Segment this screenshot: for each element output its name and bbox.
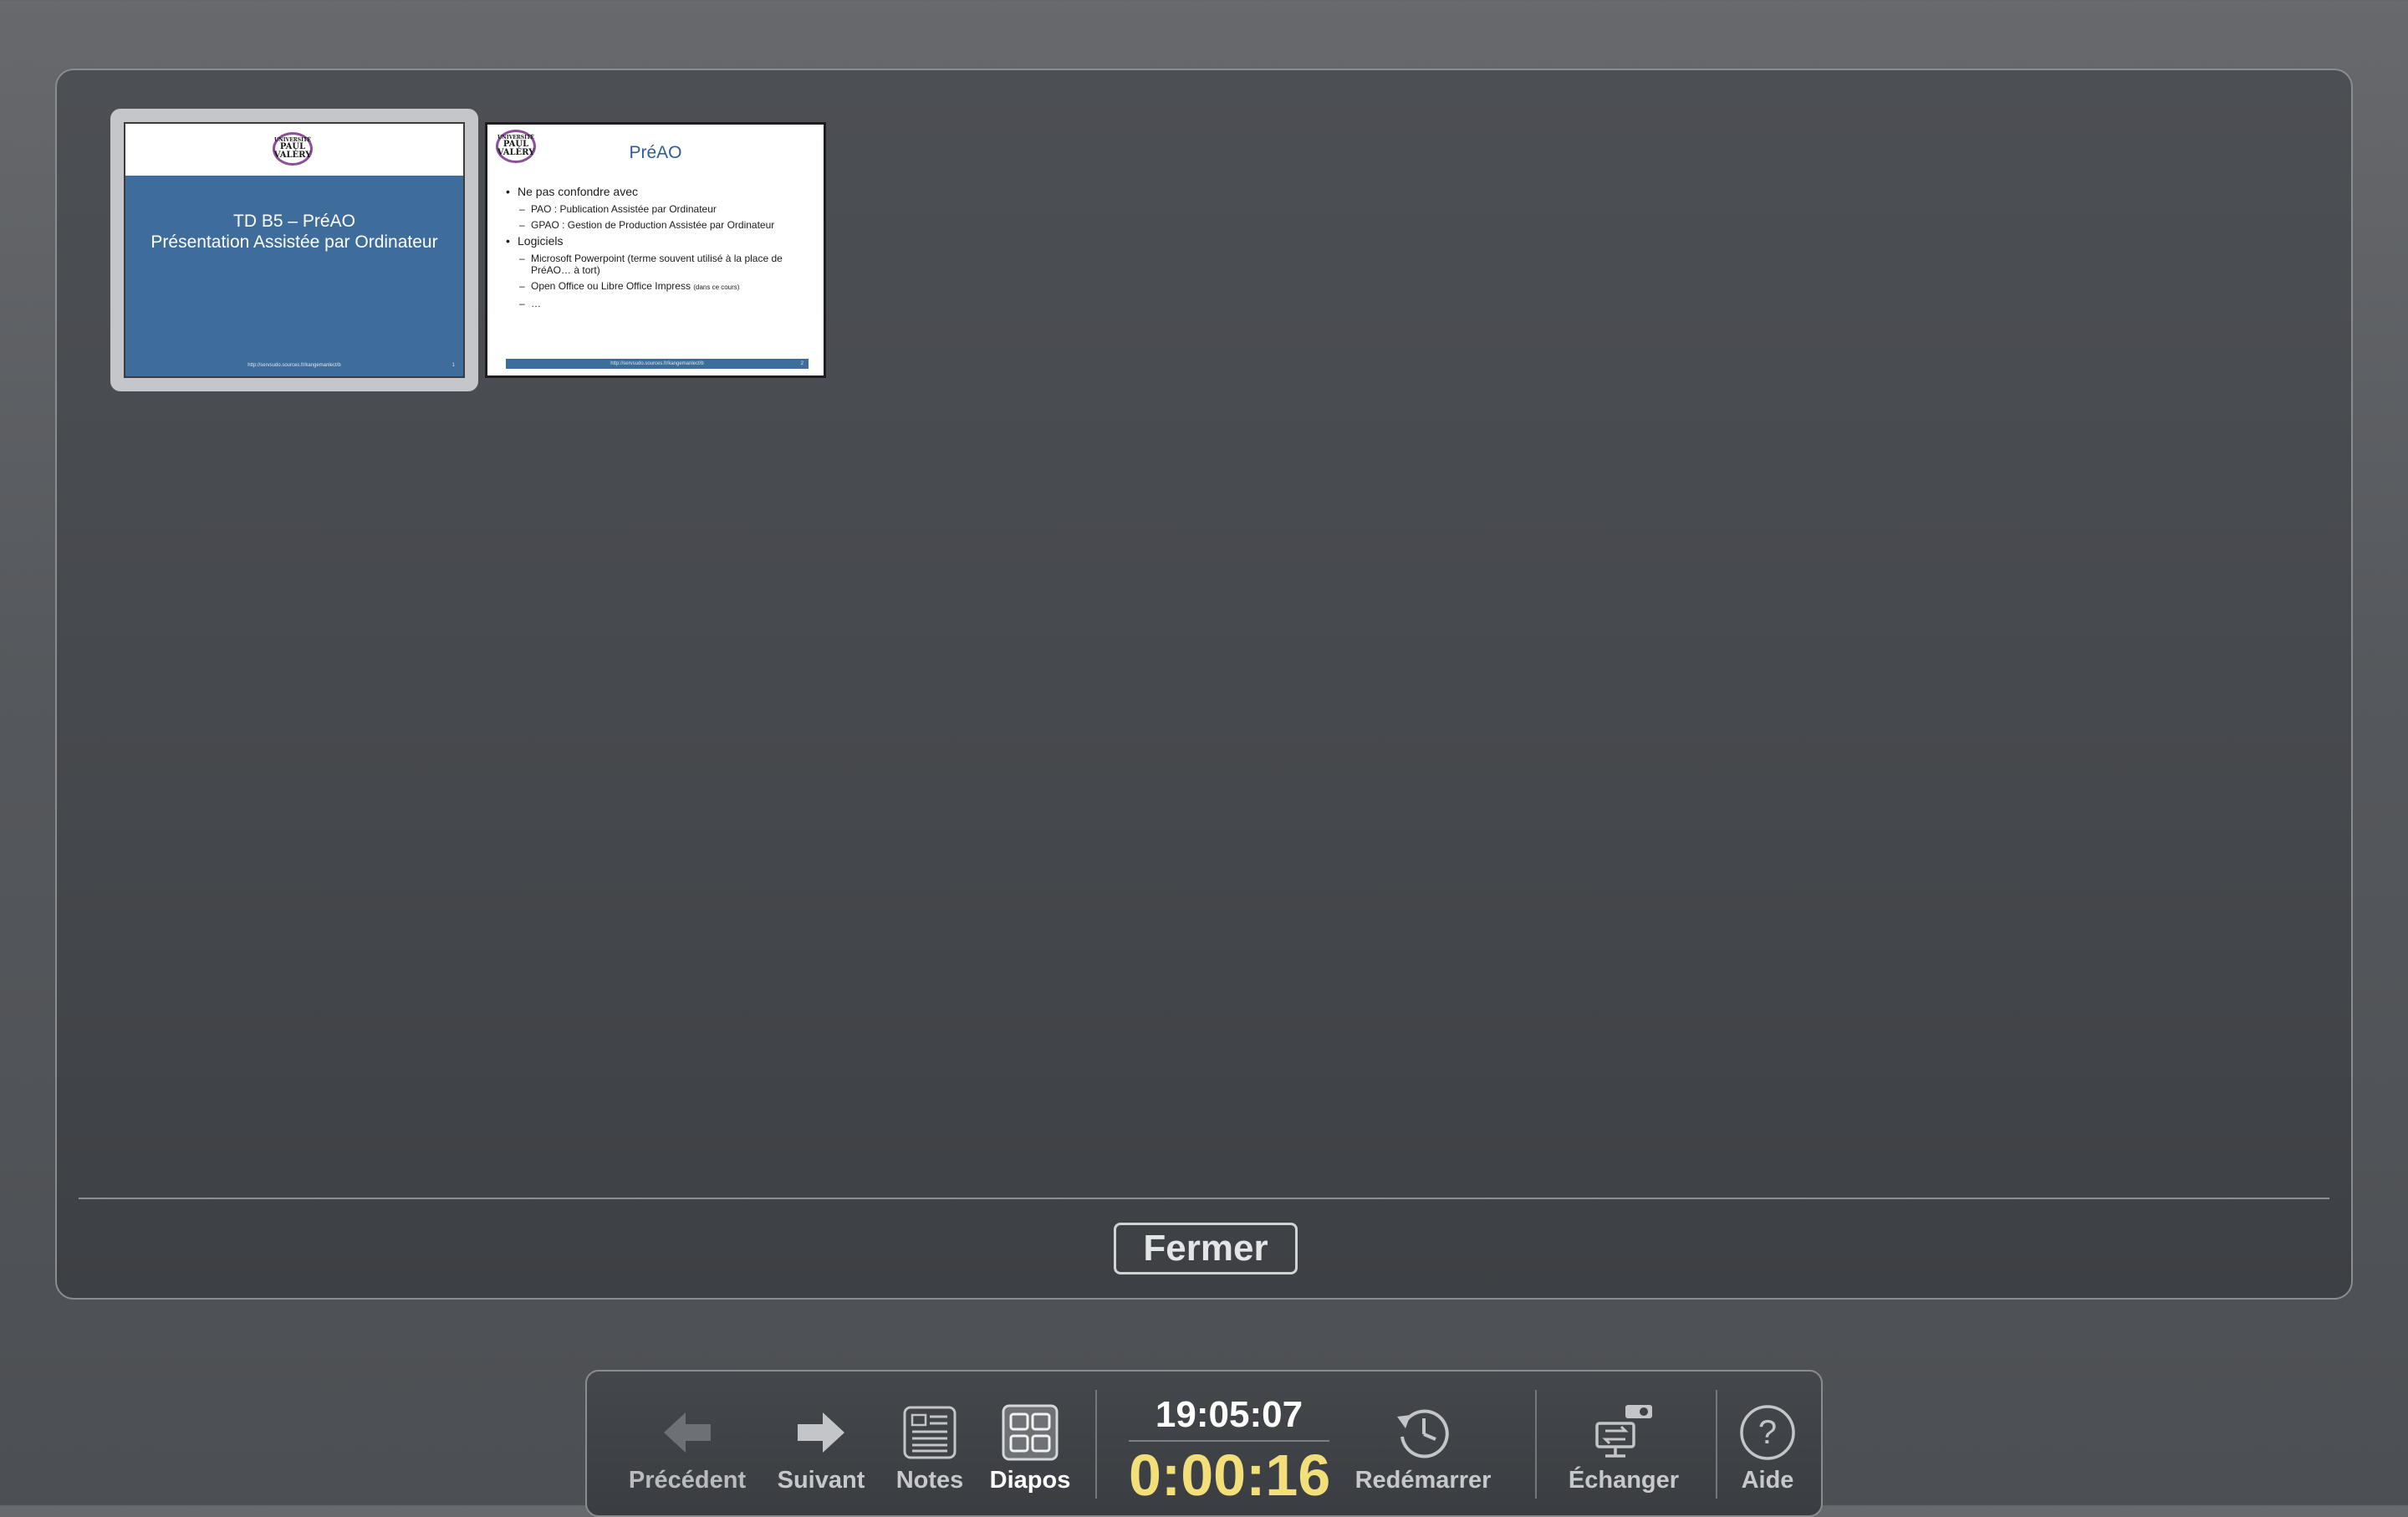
restart-button[interactable]: Redémarrer [1339, 1402, 1507, 1494]
presenter-toolbar: Précédent Suivant Notes Diapos 19:05:07 … [585, 1370, 1823, 1517]
notes-button[interactable]: Notes [871, 1402, 988, 1494]
clock-display: 19:05:07 0:00:16 [1129, 1393, 1331, 1508]
exchange-button[interactable]: Échanger [1540, 1402, 1707, 1494]
arrow-left-icon [664, 1412, 711, 1453]
sub-bullet-item: GPAO : Gestion de Production Assistée pa… [506, 219, 812, 231]
slide-sorter-panel: UNIVERSITÉ PAUL VALÉRY TD B5 – PréAO Pré… [55, 69, 2353, 1300]
slide-title: PréAO [629, 143, 682, 162]
notes-label: Notes [895, 1467, 964, 1494]
slide-thumbnail-1[interactable]: UNIVERSITÉ PAUL VALÉRY TD B5 – PréAO Pré… [124, 122, 465, 378]
sub-bullet-item: … [506, 298, 812, 309]
clock-divider [1129, 1440, 1329, 1442]
slides-label: Diapos [989, 1467, 1071, 1494]
slide-bullet-list: Ne pas confondre avec PAO : Publication … [506, 181, 812, 309]
current-time: 19:05:07 [1155, 1394, 1303, 1435]
exchange-label: Échanger [1568, 1467, 1680, 1494]
toolbar-separator [1095, 1390, 1097, 1499]
clock-restart-icon [1397, 1409, 1449, 1458]
svg-text:?: ? [1758, 1414, 1777, 1451]
slide-title: TD B5 – PréAO Présentation Assistée par … [150, 212, 438, 252]
slide-footer-bar: http://servsudo.sources.fr/kangemanlect/… [506, 359, 809, 369]
sub-bullet-item: Open Office ou Libre Office Impress (dan… [506, 280, 812, 294]
slide-title-area: TD B5 – PréAO Présentation Assistée par … [125, 176, 463, 376]
next-button[interactable]: Suivant [754, 1402, 888, 1494]
sub-bullet-text: Open Office ou Libre Office Impress [531, 280, 691, 292]
next-label: Suivant [777, 1467, 865, 1494]
slide-thumbnail-2[interactable]: UNIVERSITÉ PAUL VALÉRY PréAO Ne pas conf… [485, 122, 826, 378]
slide-footer-url: http://servsudo.sources.fr/kangemanlect/… [247, 363, 341, 368]
swap-displays-icon [1595, 1405, 1652, 1458]
university-logo-icon: UNIVERSITÉ PAUL VALÉRY [273, 132, 313, 166]
sub-bullet-item: PAO : Publication Assistée par Ordinateu… [506, 203, 812, 215]
slide-header: UNIVERSITÉ PAUL VALÉRY [125, 124, 463, 176]
slides-button[interactable]: Diapos [972, 1402, 1089, 1494]
sub-bullet-item: Microsoft Powerpoint (terme souvent util… [506, 253, 812, 276]
slide-number: 2 [800, 361, 804, 366]
grid-icon [1002, 1404, 1059, 1461]
previous-label: Précédent [628, 1467, 747, 1494]
notes-icon [903, 1406, 957, 1459]
arrow-right-icon [798, 1412, 844, 1453]
help-icon: ? [1740, 1405, 1795, 1460]
close-button[interactable]: Fermer [1114, 1223, 1298, 1274]
slide-footer-url: http://servsudo.sources.fr/kangemanlect/… [610, 361, 704, 366]
toolbar-separator [1535, 1390, 1537, 1499]
previous-button[interactable]: Précédent [604, 1402, 771, 1494]
sub-bullet-note: (dans ce cours) [693, 283, 740, 291]
toolbar-separator [1716, 1390, 1717, 1499]
elapsed-time: 0:00:16 [1129, 1443, 1331, 1508]
panel-divider [79, 1198, 2329, 1199]
restart-label: Redémarrer [1354, 1467, 1492, 1494]
bullet-item: Ne pas confondre avec [506, 185, 812, 199]
bullet-item: Logiciels [506, 234, 812, 248]
help-label: Aide [1741, 1467, 1794, 1494]
slide-number: 1 [452, 363, 455, 368]
help-button[interactable]: ? Aide [1726, 1402, 1809, 1494]
